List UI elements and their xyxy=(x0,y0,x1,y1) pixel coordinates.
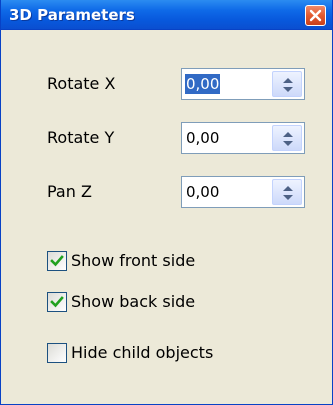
show-front-side-label[interactable]: Show front side xyxy=(71,251,195,271)
hide-child-objects-checkbox[interactable] xyxy=(47,343,67,363)
spin-down-arrow-icon xyxy=(283,87,293,92)
close-icon xyxy=(309,9,322,22)
rotate-y-label: Rotate Y xyxy=(47,128,115,147)
checkmark-icon xyxy=(50,255,64,267)
pan-z-label: Pan Z xyxy=(47,182,92,201)
close-button[interactable] xyxy=(305,5,326,26)
spin-down-arrow-icon xyxy=(283,195,293,200)
rotate-x-input[interactable]: 0,00 xyxy=(185,74,221,94)
spin-up-arrow-icon xyxy=(283,186,293,191)
pan-z-spin-buttons[interactable] xyxy=(272,179,302,205)
show-front-side-checkbox[interactable] xyxy=(47,251,67,271)
rotate-x-label: Rotate X xyxy=(47,74,116,93)
pan-z-spinbox[interactable]: 0,00 xyxy=(181,176,305,208)
dialog-window: 3D Parameters Rotate X 0,00 Rotate Y 0,0… xyxy=(0,0,333,405)
rotate-y-spinbox[interactable]: 0,00 xyxy=(181,122,305,154)
title-bar[interactable]: 3D Parameters xyxy=(1,0,332,30)
window-title: 3D Parameters xyxy=(9,6,135,24)
spin-down-arrow-icon xyxy=(283,141,293,146)
rotate-y-input[interactable]: 0,00 xyxy=(185,128,220,148)
show-back-side-label[interactable]: Show back side xyxy=(71,292,195,312)
checkmark-icon xyxy=(50,296,64,308)
pan-z-input[interactable]: 0,00 xyxy=(185,182,220,202)
spin-up-arrow-icon xyxy=(283,78,293,83)
rotate-x-spinbox[interactable]: 0,00 xyxy=(181,68,305,100)
hide-child-objects-label[interactable]: Hide child objects xyxy=(71,343,213,363)
spin-up-arrow-icon xyxy=(283,132,293,137)
rotate-y-spin-buttons[interactable] xyxy=(272,125,302,151)
rotate-x-spin-buttons[interactable] xyxy=(272,71,302,97)
show-back-side-checkbox[interactable] xyxy=(47,292,67,312)
